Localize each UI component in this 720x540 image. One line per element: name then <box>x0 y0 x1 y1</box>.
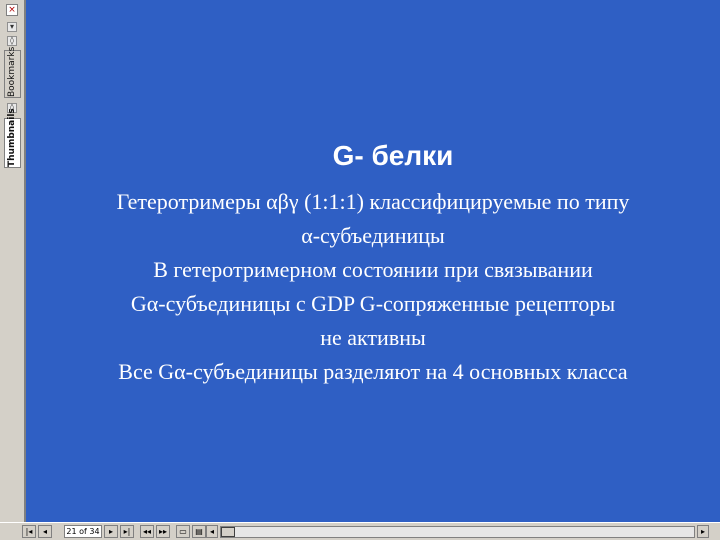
slide-title: G- белки <box>332 140 454 171</box>
single-page-view-button[interactable]: ▭ <box>176 525 190 538</box>
previous-page-button[interactable]: ◂ <box>38 525 52 538</box>
panel-option-icon[interactable]: ◊ <box>7 36 17 46</box>
last-page-button[interactable]: ▸| <box>120 525 134 538</box>
panel-menu-icon[interactable]: ▾ <box>7 22 17 32</box>
body-line: Все Gα-субъединицы разделяют на 4 основн… <box>118 359 628 384</box>
close-panel-icon[interactable]: × <box>6 4 18 16</box>
slide-body: Гетеротримеры αβγ (1:1:1) классифицируем… <box>26 185 720 389</box>
first-page-button[interactable]: |◂ <box>22 525 36 538</box>
continuous-view-button[interactable]: ▤ <box>192 525 206 538</box>
body-line: Гетеротримеры αβγ (1:1:1) классифицируем… <box>116 189 630 214</box>
body-line: В гетеротримерном состоянии при связыван… <box>153 257 593 282</box>
go-back-button[interactable]: ◂◂ <box>140 525 154 538</box>
scrollbar-thumb[interactable] <box>221 527 235 537</box>
body-line: не активны <box>320 325 426 350</box>
navigation-toolbar: |◂ ◂ 21 of 34 ▸ ▸| ◂◂ ▸▸ ▭ ▤ ◂ ▸ <box>0 522 720 540</box>
body-line: Gα-субъединицы с GDP G-сопряженные рецеп… <box>130 291 616 316</box>
body-line: α-субъединицы <box>301 223 445 248</box>
slide-area: G- белки Гетеротримеры αβγ (1:1:1) класс… <box>26 0 720 522</box>
horizontal-scrollbar[interactable] <box>220 526 695 538</box>
tab-thumbnails[interactable]: Thumbnails <box>4 108 21 168</box>
go-forward-button[interactable]: ▸▸ <box>156 525 170 538</box>
scroll-left-button[interactable]: ◂ <box>206 525 218 538</box>
viewer-window: × ▾ ◊ Bookmarks ◊ Thumbnails G- белки Ге… <box>0 0 720 540</box>
scroll-right-button[interactable]: ▸ <box>697 525 709 538</box>
navigation-side-panel: × ▾ ◊ Bookmarks ◊ Thumbnails <box>0 0 26 522</box>
page-indicator[interactable]: 21 of 34 <box>64 525 102 538</box>
next-page-button[interactable]: ▸ <box>104 525 118 538</box>
tab-bookmarks[interactable]: Bookmarks <box>4 47 21 98</box>
